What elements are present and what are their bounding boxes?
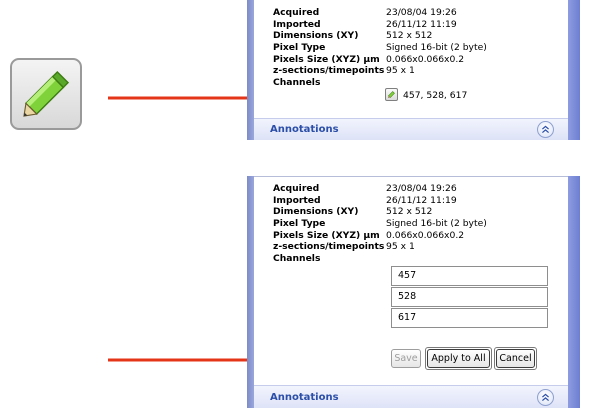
channel-input-3[interactable]: 617 <box>391 308 548 328</box>
metadata-label: Dimensions (XY) <box>273 30 359 42</box>
metadata-label: Acquired <box>273 7 320 18</box>
metadata-panel-view: Acquired 23/08/04 19:26 Imported 26/11/1… <box>247 0 580 140</box>
metadata-value: Signed 16-bit (2 byte) <box>386 42 487 54</box>
metadata-panel-edit: Acquired 23/08/04 19:26 Imported 26/11/1… <box>247 176 580 408</box>
metadata-value: 26/11/12 11:19 <box>386 18 457 30</box>
pencil-edit-icon[interactable] <box>385 88 398 101</box>
annotations-header[interactable]: Annotations <box>254 118 568 140</box>
metadata-label: Imported <box>273 18 321 30</box>
annotations-title: Annotations <box>270 124 339 135</box>
panel-right-border <box>568 0 580 140</box>
cancel-button[interactable]: Cancel <box>496 349 535 368</box>
annotations-header[interactable]: Annotations <box>254 385 568 408</box>
metadata-value: 26/11/12 11:19 <box>386 194 457 206</box>
save-button[interactable]: Save <box>391 349 421 368</box>
metadata-value: 23/08/04 19:26 <box>386 7 457 18</box>
metadata-label: z-sections/timepoints <box>273 241 385 253</box>
channel-input-1[interactable]: 457 <box>391 266 548 286</box>
double-chevron-up-icon[interactable] <box>537 389 554 406</box>
metadata-label: Pixel Type <box>273 42 326 54</box>
metadata-label: Imported <box>273 194 321 206</box>
metadata-label: Pixel Type <box>273 218 326 230</box>
metadata-value: 0.066x0.066x0.2 <box>386 53 465 65</box>
channel-input-2[interactable]: 528 <box>391 287 548 307</box>
apply-to-all-button[interactable]: Apply to All <box>427 349 490 368</box>
panel-right-border <box>568 176 580 408</box>
channels-label: Channels <box>273 253 321 265</box>
metadata-value: 512 x 512 <box>386 30 433 42</box>
metadata-label: z-sections/timepoints <box>273 65 385 77</box>
metadata-value: 95 x 1 <box>386 241 415 253</box>
metadata-label: Pixels Size (XYZ) µm <box>273 229 380 241</box>
metadata-label: Dimensions (XY) <box>273 206 359 218</box>
metadata-value: 512 x 512 <box>386 206 433 218</box>
panel-left-border <box>247 0 254 140</box>
annotations-title: Annotations <box>270 392 339 403</box>
metadata-label: Acquired <box>273 183 320 194</box>
metadata-value: 23/08/04 19:26 <box>386 183 457 194</box>
metadata-value: 0.066x0.066x0.2 <box>386 229 465 241</box>
channels-label: Channels <box>273 77 321 89</box>
metadata-label: Pixels Size (XYZ) µm <box>273 53 380 65</box>
double-chevron-up-icon[interactable] <box>537 121 554 138</box>
panel-left-border <box>247 176 254 408</box>
metadata-value: 95 x 1 <box>386 65 415 77</box>
pencil-edit-icon <box>10 58 82 130</box>
metadata-value: Signed 16-bit (2 byte) <box>386 218 487 230</box>
channels-value: 457, 528, 617 <box>403 90 468 101</box>
